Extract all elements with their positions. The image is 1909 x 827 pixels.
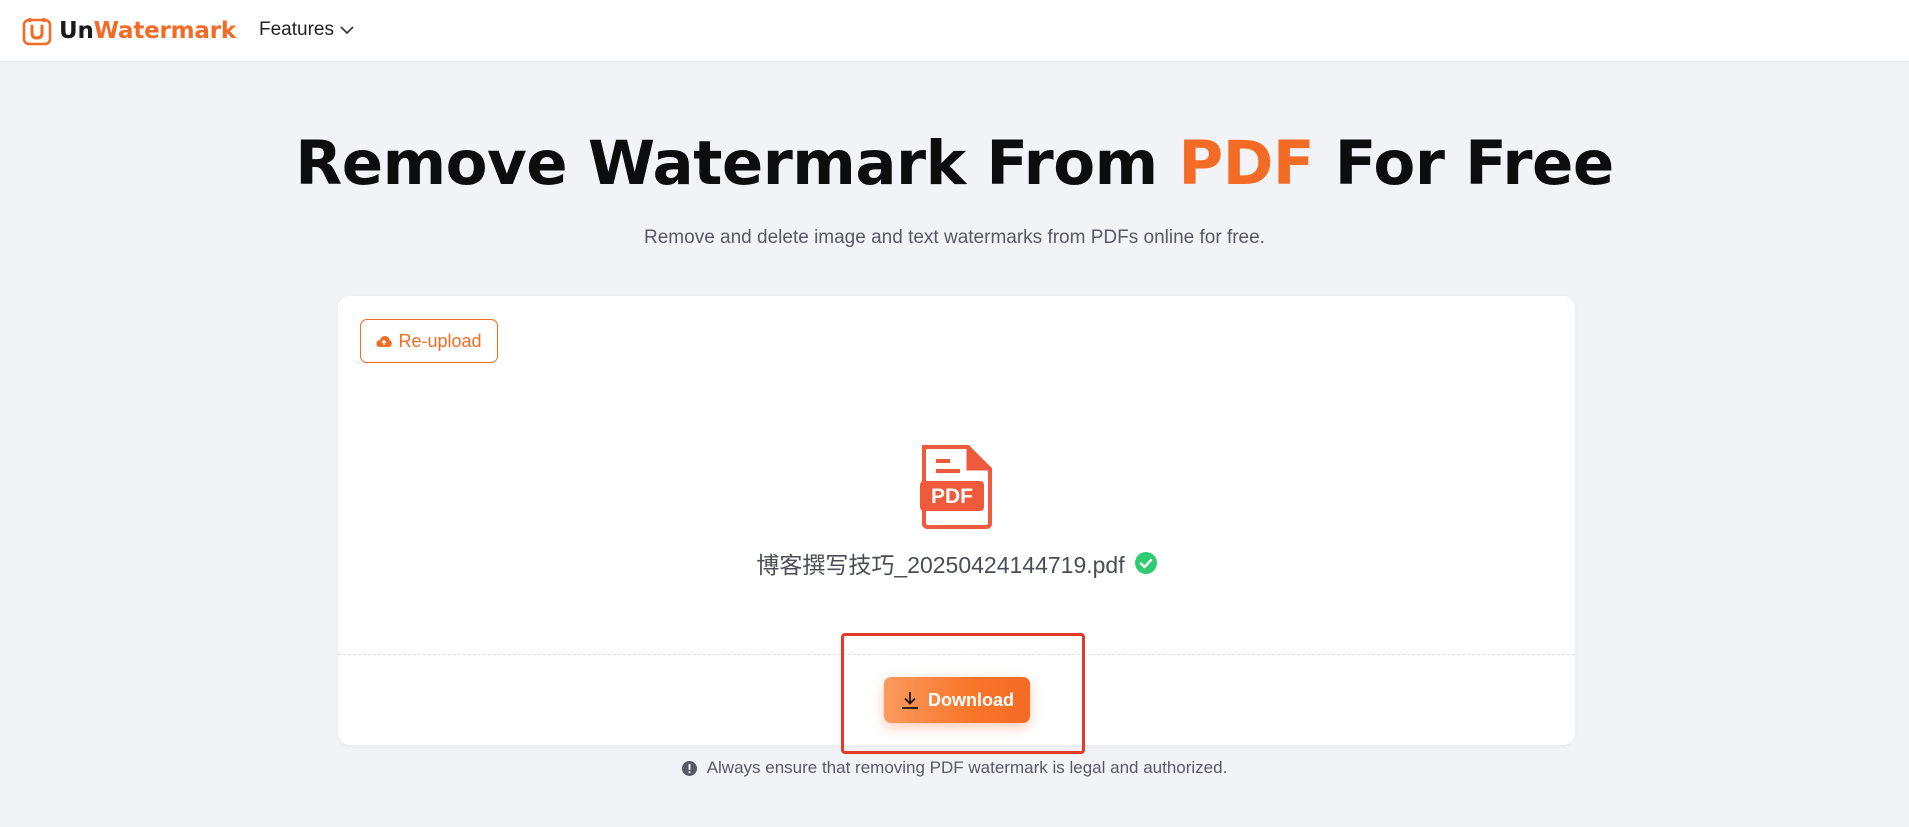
features-menu[interactable]: Features — [259, 19, 354, 41]
file-status-row: 博客撰写技巧_20250424144719.pdf — [338, 546, 1575, 580]
unwatermark-logo[interactable]: UnWatermark — [22, 15, 236, 47]
title-part-accent: PDF — [1178, 128, 1314, 199]
top-navigation-bar: UnWatermark Features — [0, 0, 1909, 62]
legal-notice: Always ensure that removing PDF watermar… — [0, 758, 1909, 778]
cloud-upload-icon — [376, 335, 393, 347]
title-part-post: For Free — [1314, 128, 1615, 199]
reupload-button[interactable]: Re-upload — [360, 319, 498, 363]
logo-text-watermark: Watermark — [93, 18, 237, 44]
page-subtitle: Remove and delete image and text waterma… — [644, 227, 1265, 248]
info-icon — [681, 760, 697, 776]
pdf-file-icon: PDF — [920, 445, 992, 529]
reupload-label: Re-upload — [398, 330, 482, 351]
check-circle-icon — [1134, 552, 1157, 574]
pdf-icon-label: PDF — [931, 485, 973, 508]
chevron-down-icon — [340, 25, 354, 34]
card-divider — [338, 654, 1575, 655]
download-button[interactable]: Download — [884, 677, 1030, 723]
legal-notice-text: Always ensure that removing PDF watermar… — [706, 758, 1228, 777]
upload-result-card: Re-upload PDF 博客撰写技巧_20250424144719.pdf … — [338, 296, 1575, 745]
logo-text: UnWatermark — [59, 18, 236, 44]
logo-icon — [22, 18, 52, 46]
download-label: Download — [928, 689, 1014, 710]
features-label: Features — [259, 19, 334, 40]
page-title: Remove Watermark From PDF For Free — [0, 128, 1909, 199]
logo-text-un: Un — [59, 18, 94, 44]
title-part-pre: Remove Watermark From — [295, 128, 1179, 199]
file-name: 博客撰写技巧_20250424144719.pdf — [756, 552, 1125, 578]
download-icon — [902, 692, 918, 709]
